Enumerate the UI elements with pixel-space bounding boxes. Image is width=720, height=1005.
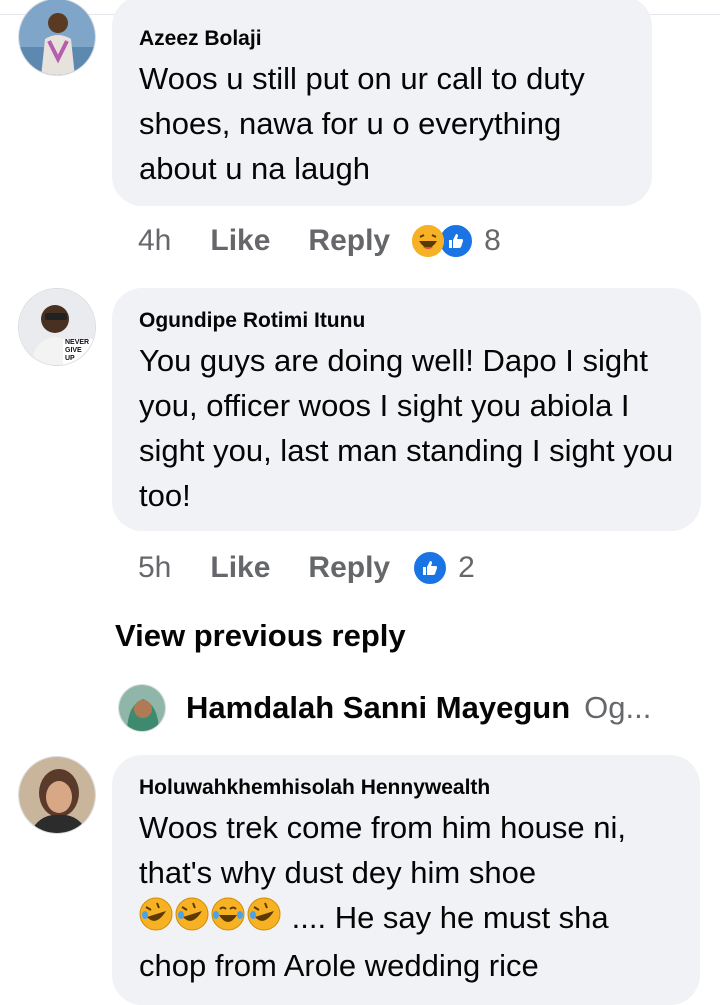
comment-time[interactable]: 4h — [138, 224, 171, 258]
comment-actions: 4h Like Reply 8 — [138, 221, 501, 261]
like-icon — [412, 550, 449, 586]
comment-time[interactable]: 5h — [138, 551, 171, 585]
reaction-summary[interactable]: 8 — [412, 223, 501, 259]
comment-text-fragment: .... He say he must sha — [291, 900, 609, 935]
rofl-icon — [175, 897, 209, 943]
comment-text-line: chop from Arole wedding rice — [139, 947, 539, 983]
comment-bubble: Holuwahkhemhisolah Hennywealth Woos trek… — [112, 755, 700, 1005]
joy-icon — [211, 897, 245, 943]
haha-icon — [412, 225, 445, 257]
reaction-count: 8 — [484, 224, 501, 257]
reply-button[interactable]: Reply — [308, 224, 390, 258]
comment-author[interactable]: Ogundipe Rotimi Itunu — [139, 308, 675, 334]
avatar[interactable] — [18, 756, 96, 834]
reply-button[interactable]: Reply — [308, 551, 390, 585]
comment-actions: 5h Like Reply 2 — [138, 548, 475, 588]
rofl-icon — [247, 897, 281, 943]
avatar[interactable] — [18, 0, 96, 76]
collapsed-reply[interactable]: Hamdalah Sanni Mayegun Og... — [118, 683, 651, 733]
like-button[interactable]: Like — [210, 224, 270, 258]
comment-text: You guys are doing well! Dapo I sight yo… — [139, 343, 674, 513]
comment-text-line: .... He say he must sha — [139, 895, 674, 943]
view-previous-reply-link[interactable]: View previous reply — [115, 614, 406, 658]
reaction-count: 2 — [458, 551, 475, 584]
comment-bubble: Azeez Bolaji Woos u still put on ur call… — [112, 0, 652, 206]
avatar[interactable] — [118, 684, 166, 732]
comment-author[interactable]: Azeez Bolaji — [139, 26, 626, 52]
reply-preview: Og... — [584, 690, 652, 725]
comment-text-line: that's why dust dey him shoe — [139, 855, 537, 890]
avatar-shirt-text: NEVER GIVE UP — [65, 339, 90, 362]
comment-author[interactable]: Holuwahkhemhisolah Hennywealth — [139, 775, 674, 801]
comment-text-line: Woos trek come from him house ni, — [139, 810, 626, 845]
rofl-icon — [139, 897, 173, 943]
comment-text: Woos u still put on ur call to duty shoe… — [139, 61, 585, 186]
like-button[interactable]: Like — [210, 551, 270, 585]
avatar[interactable]: NEVER GIVE UP — [18, 288, 96, 366]
comment-text: Woos trek come from him house ni, that's… — [139, 805, 674, 988]
reply-author[interactable]: Hamdalah Sanni Mayegun — [186, 690, 570, 726]
comment-bubble: Ogundipe Rotimi Itunu You guys are doing… — [112, 288, 701, 531]
reaction-summary[interactable]: 2 — [412, 550, 475, 586]
